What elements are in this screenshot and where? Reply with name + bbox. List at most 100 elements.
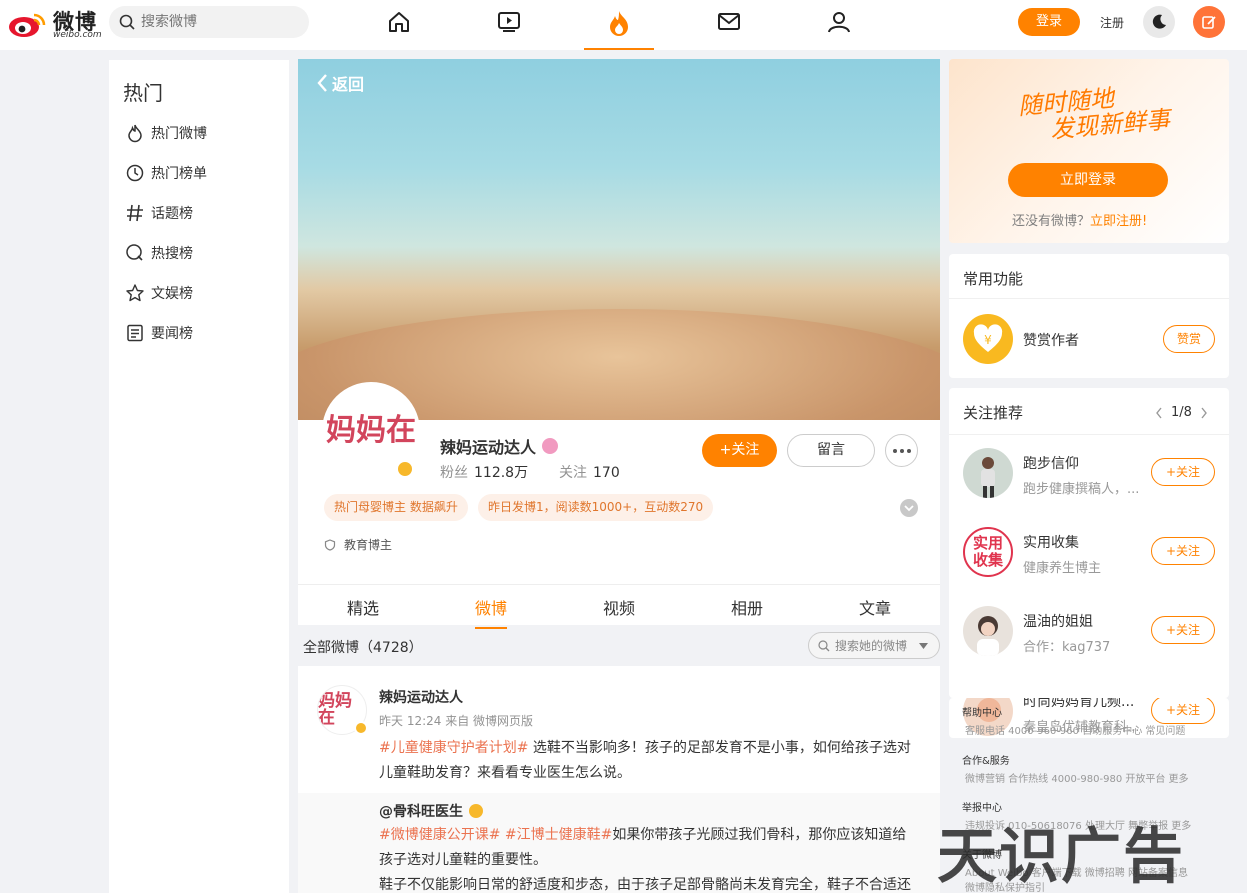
feature-name[interactable]: 赞赏作者 xyxy=(1023,330,1079,350)
sidebar-item-hot-weibo[interactable]: 热门微博 xyxy=(125,122,207,144)
profile-name-text: 辣妈运动达人 xyxy=(440,438,537,457)
footer-coop-title[interactable]: 合作&服务 xyxy=(962,752,1010,767)
repost-text: #微博健康公开课# #江博士健康鞋#如果你带孩子光顾过我们骨科，那你应该知道给孩… xyxy=(379,823,919,893)
search-box[interactable] xyxy=(109,6,309,38)
search-icon xyxy=(818,639,830,651)
post-hashtag[interactable]: #儿童健康守护者计划# xyxy=(379,740,528,756)
tab-weibo[interactable]: 微博 xyxy=(475,595,508,629)
chevron-right-icon[interactable] xyxy=(1200,407,1208,419)
fans-count[interactable]: 112.8万 xyxy=(474,465,528,481)
login-slogan: 随时随地 发现新鲜事 xyxy=(1017,81,1171,146)
login-now-button[interactable]: 立即登录 xyxy=(1008,163,1168,197)
mail-icon xyxy=(718,13,740,30)
sidebar-title: 热门 xyxy=(123,81,163,105)
shield-icon xyxy=(324,538,336,551)
tab-articles[interactable]: 文章 xyxy=(859,595,891,619)
sidebar-item-label: 要闻榜 xyxy=(151,326,193,342)
expand-button[interactable] xyxy=(900,499,918,517)
back-button[interactable]: 返回 xyxy=(316,71,364,95)
caret-down-icon xyxy=(919,642,929,649)
sidebar-item-topics[interactable]: 话题榜 xyxy=(125,202,193,224)
nav-profile[interactable] xyxy=(804,6,874,50)
login-promo-card: 随时随地 发现新鲜事 立即登录 还没有微博？立即注册! xyxy=(949,59,1229,243)
recommend-item[interactable]: 跑步信仰 跑步健康撰稿人，... +关注 xyxy=(963,448,1219,500)
recommend-follow-button[interactable]: +关注 xyxy=(1151,458,1215,486)
sidebar-item-label: 文娱榜 xyxy=(151,286,193,302)
recommend-name[interactable]: 温油的姐姐 xyxy=(1023,611,1093,631)
more-button[interactable] xyxy=(885,434,918,467)
more-dots-icon xyxy=(892,448,897,453)
register-hint-text: 还没有微博？ xyxy=(1012,214,1091,229)
sidebar-item-news[interactable]: 要闻榜 xyxy=(125,322,193,344)
nav-hot[interactable] xyxy=(584,6,654,50)
recommend-name[interactable]: 实用收集 xyxy=(1023,532,1079,552)
reward-heart-icon: ¥ xyxy=(963,314,1013,364)
profile-tabs: 精选 微博 视频 相册 文章 xyxy=(298,584,940,629)
hot-icon xyxy=(610,11,628,36)
activity-tag-chip: 昨日发博1，阅读数1000+，互动数270 xyxy=(478,494,714,521)
search-icon xyxy=(126,244,143,261)
follow-button[interactable]: +关注 xyxy=(702,434,777,467)
repost-author[interactable]: @骨科旺医生 xyxy=(379,801,483,821)
nav-message[interactable] xyxy=(694,6,764,50)
member-badge-icon xyxy=(542,438,559,454)
recommend-name[interactable]: 跑步信仰 xyxy=(1023,453,1079,473)
login-button[interactable]: 登录 xyxy=(1018,8,1080,36)
weibo-logo[interactable]: 微博 weibo.com xyxy=(8,4,102,40)
recommend-avatar[interactable]: 实用收集 xyxy=(963,527,1013,577)
weibo-post: 妈妈在 辣妈运动达人 昨天 12:24 来自 微博网页版 #儿童健康守护者计划#… xyxy=(298,666,940,893)
recommend-title: 关注推荐 xyxy=(963,404,1024,422)
svg-text:¥: ¥ xyxy=(984,333,992,347)
tab-featured[interactable]: 精选 xyxy=(347,595,379,619)
news-icon xyxy=(127,324,143,342)
compose-button[interactable] xyxy=(1193,6,1225,38)
repost-block[interactable]: @骨科旺医生 #微博健康公开课# #江博士健康鞋#如果你带孩子光顾过我们骨科，那… xyxy=(298,793,940,893)
tab-album[interactable]: 相册 xyxy=(731,595,763,619)
profile-name: 辣妈运动达人 xyxy=(440,434,559,458)
category-text: 教育博主 xyxy=(344,538,393,552)
recommend-follow-button[interactable]: +关注 xyxy=(1151,698,1215,724)
nav-home[interactable] xyxy=(364,6,434,50)
recommend-name[interactable]: 时尚妈妈育儿频... xyxy=(1023,698,1134,711)
following-count[interactable]: 170 xyxy=(593,465,620,481)
message-button[interactable]: 留言 xyxy=(787,434,875,467)
recommend-desc: 跑步健康撰稿人，... xyxy=(1023,482,1140,497)
chevron-down-icon xyxy=(904,505,914,512)
recommend-item[interactable]: 实用收集 实用收集 健康养生博主 +关注 xyxy=(963,527,1219,579)
register-now-link[interactable]: 立即注册! xyxy=(1090,214,1147,229)
footer-help-title[interactable]: 帮助中心 xyxy=(962,704,1002,719)
recommend-avatar[interactable] xyxy=(963,606,1013,656)
recommend-follow-button[interactable]: +关注 xyxy=(1151,537,1215,565)
search-her-weibo[interactable]: 搜索她的微博 xyxy=(808,632,940,659)
repost-author-name[interactable]: @骨科旺医生 xyxy=(379,801,463,821)
recommend-item[interactable]: 温油的姐姐 合作：kag737 +关注 xyxy=(963,606,1219,658)
sidebar-item-hot-search[interactable]: 热搜榜 xyxy=(125,242,193,264)
post-author[interactable]: 辣妈运动达人 xyxy=(379,687,463,707)
verified-badge-icon xyxy=(354,721,368,735)
back-label: 返回 xyxy=(332,75,365,94)
profile-icon xyxy=(828,12,850,33)
star-icon xyxy=(126,284,144,302)
footer-coop-line[interactable]: 微博营销 合作热线 4000-980-980 开放平台 更多 xyxy=(965,770,1189,785)
sidebar-item-hot-list[interactable]: 热门榜单 xyxy=(125,162,207,184)
footer-help-line[interactable]: 客服电话 4000-960-960 自助服务中心 常见问题 xyxy=(965,722,1185,737)
video-icon xyxy=(498,12,520,32)
hot-tag-chip: 热门母婴博主 数据飙升 xyxy=(324,494,468,521)
reward-button[interactable]: 赞赏 xyxy=(1163,325,1215,353)
category-tag: 教育博主 xyxy=(324,536,392,553)
repost-hashtag-1[interactable]: #微博健康公开课# xyxy=(379,827,500,843)
nav-video[interactable] xyxy=(474,6,544,50)
repost-hashtag-2[interactable]: #江博士健康鞋# xyxy=(500,827,612,843)
tab-video[interactable]: 视频 xyxy=(603,595,635,619)
sidebar-item-label: 话题榜 xyxy=(151,206,193,222)
all-weibo-count[interactable]: 全部微博（4728） xyxy=(303,637,423,657)
verified-badge-icon xyxy=(469,804,483,818)
recommend-follow-button[interactable]: +关注 xyxy=(1151,616,1215,644)
search-input[interactable] xyxy=(141,6,301,38)
recommend-avatar[interactable] xyxy=(963,448,1013,498)
chevron-left-icon[interactable] xyxy=(1155,407,1163,419)
dark-mode-toggle[interactable] xyxy=(1143,6,1175,38)
sidebar-item-entertainment[interactable]: 文娱榜 xyxy=(125,282,193,304)
profile-card: 妈妈在 辣妈运动达人 粉丝 112.8万 关注 170 +关注 留言 热门母婴博主 … xyxy=(298,382,940,584)
register-link[interactable]: 注册 xyxy=(1100,14,1124,31)
